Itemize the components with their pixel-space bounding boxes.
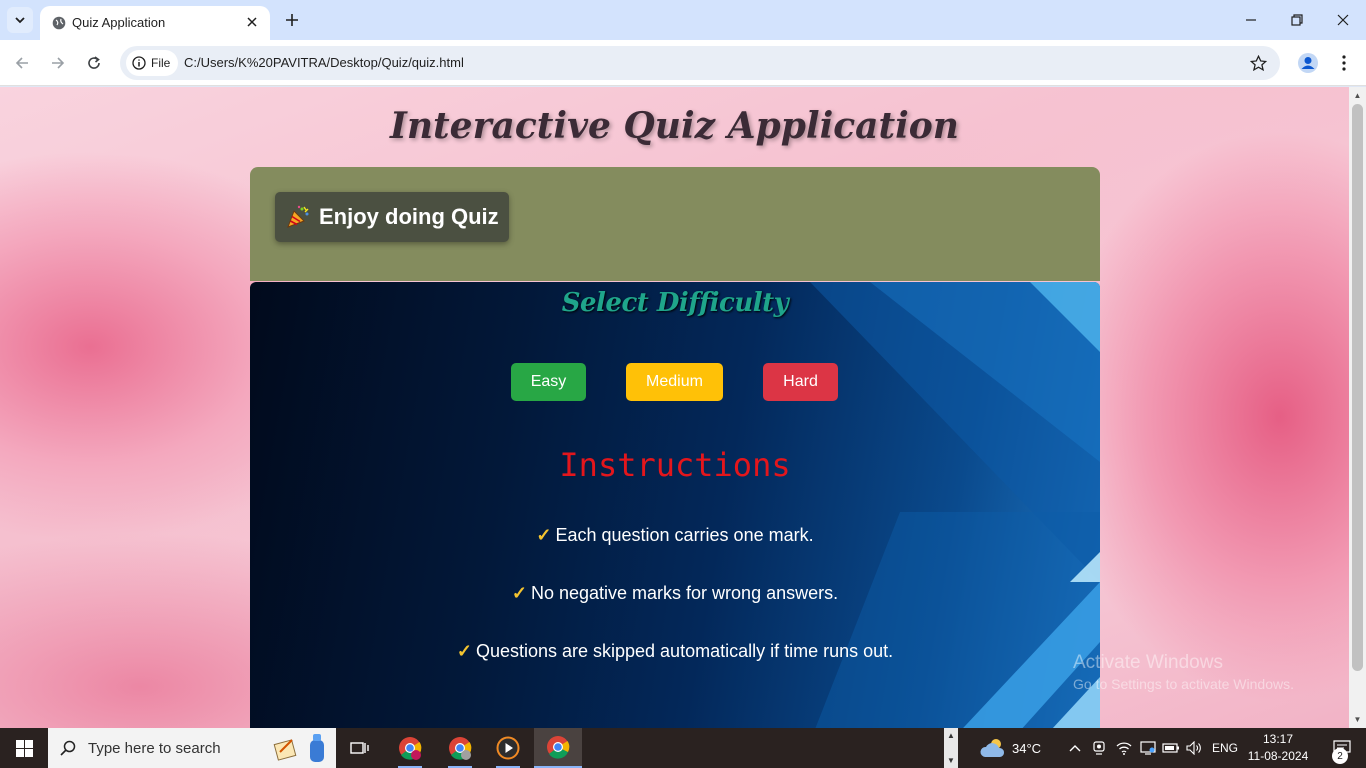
scroll-thumb[interactable] — [1352, 104, 1363, 671]
taskbar-search[interactable]: Type here to search — [48, 728, 336, 768]
taskbar: Type here to search ▲ ▼ 34°C ENG 13:17 1… — [0, 728, 1366, 768]
windows-icon — [15, 739, 33, 757]
volume-tray-icon[interactable] — [1182, 728, 1206, 768]
forward-button[interactable] — [44, 49, 72, 77]
plus-icon — [286, 14, 298, 26]
taskbar-scroll[interactable]: ▲ ▼ — [944, 728, 958, 768]
minimize-icon — [1246, 19, 1256, 21]
scroll-up-arrow[interactable]: ▲ — [1349, 87, 1366, 104]
check-icon: ✓ — [456, 641, 472, 661]
profile-icon — [1298, 53, 1318, 73]
display-icon — [1140, 741, 1156, 755]
weather-icon — [980, 739, 1005, 757]
medium-button[interactable]: Medium — [626, 363, 723, 401]
start-button[interactable] — [0, 728, 48, 768]
instruction-text: Each question carries one mark. — [555, 525, 814, 545]
activate-windows-title: Activate Windows — [1073, 652, 1223, 673]
tab-title: Quiz Application — [72, 15, 166, 30]
browser-menu-button[interactable] — [1332, 49, 1356, 77]
url-text[interactable]: C:/Users/K%20PAVITRA/Desktop/Quiz/quiz.h… — [184, 55, 464, 70]
address-bar[interactable]: File C:/Users/K%20PAVITRA/Desktop/Quiz/q… — [120, 46, 1280, 80]
battery-icon — [1162, 743, 1179, 753]
restore-icon — [1291, 14, 1303, 26]
instructions-title: Instructions — [559, 446, 791, 484]
instruction-text: Questions are skipped automatically if t… — [475, 641, 894, 661]
scroll-down-arrow[interactable]: ▼ — [1349, 711, 1366, 728]
chevron-down-icon — [15, 17, 25, 24]
enjoy-quiz-label: Enjoy doing Quiz — [319, 204, 499, 229]
quiz-banner: Enjoy doing Quiz — [250, 167, 1100, 281]
check-icon: ✓ — [511, 583, 527, 603]
back-button[interactable] — [8, 49, 36, 77]
volume-icon — [1186, 741, 1201, 755]
chrome-icon — [547, 736, 570, 759]
taskbar-chrome-app[interactable] — [436, 728, 484, 768]
reload-icon — [88, 56, 100, 69]
profile-button[interactable] — [1294, 49, 1322, 77]
hard-button[interactable]: Hard — [763, 363, 838, 401]
search-highlight-illustration — [273, 734, 324, 762]
instruction-text: No negative marks for wrong answers. — [530, 583, 839, 603]
notification-count-badge: 2 — [1332, 748, 1348, 764]
system-clock[interactable]: 13:17 11-08-2024 — [1246, 731, 1310, 765]
webcam-icon — [1093, 741, 1105, 755]
page-title: Interactive Quiz Application — [390, 105, 959, 147]
site-chip-label: File — [151, 56, 171, 70]
star-icon — [1249, 54, 1267, 71]
taskbar-media-player[interactable] — [484, 728, 532, 768]
taskbar-chrome-profile-app[interactable] — [386, 728, 434, 768]
restore-button[interactable] — [1274, 0, 1320, 40]
enjoy-quiz-button[interactable]: Enjoy doing Quiz — [275, 192, 509, 242]
activate-windows-subtitle: Go to Settings to activate Windows. — [1073, 676, 1294, 692]
easy-button[interactable]: Easy — [511, 363, 586, 401]
chevron-up-icon — [1069, 745, 1081, 752]
page-viewport: Interactive Quiz Application Enjoy doing… — [0, 87, 1349, 728]
close-tab-button[interactable] — [242, 12, 262, 32]
show-hidden-icons-button[interactable] — [1063, 728, 1087, 768]
wifi-icon — [1116, 742, 1132, 755]
language-indicator[interactable]: ENG — [1212, 728, 1238, 768]
instruction-item: ✓ Each question carries one mark. — [250, 525, 1100, 546]
clock-time: 13:17 — [1262, 732, 1294, 746]
temperature: 34°C — [1012, 740, 1042, 756]
chrome-icon — [449, 737, 472, 760]
back-icon — [15, 57, 28, 69]
site-info-chip[interactable]: File — [126, 50, 179, 76]
new-tab-button[interactable] — [280, 8, 304, 32]
info-icon — [132, 56, 146, 70]
wifi-tray-icon[interactable] — [1112, 728, 1136, 768]
browser-tab[interactable]: Quiz Application — [40, 6, 270, 40]
clock-date: 11-08-2024 — [1247, 749, 1309, 763]
instruction-item: ✓ No negative marks for wrong answers. — [250, 583, 1100, 604]
display-tray-icon[interactable] — [1136, 728, 1160, 768]
menu-icon — [1342, 55, 1346, 71]
tab-list-button[interactable] — [7, 7, 33, 33]
weather-widget[interactable]: 34°C — [980, 728, 1041, 768]
minimize-button[interactable] — [1228, 0, 1274, 40]
browser-toolbar: File C:/Users/K%20PAVITRA/Desktop/Quiz/q… — [0, 40, 1366, 86]
close-window-button[interactable] — [1320, 0, 1366, 40]
check-icon: ✓ — [536, 525, 552, 545]
task-view-icon — [350, 742, 369, 754]
globe-icon — [52, 16, 66, 30]
difficulty-panel: Select Difficulty Easy Medium Hard Instr… — [250, 282, 1100, 728]
close-icon — [247, 17, 257, 27]
vertical-scrollbar[interactable]: ▲ ▼ — [1349, 87, 1366, 728]
task-view-button[interactable] — [336, 728, 384, 768]
chrome-icon — [399, 737, 422, 760]
bookmark-button[interactable] — [1248, 53, 1268, 73]
webcam-tray-icon[interactable] — [1087, 728, 1111, 768]
tab-strip: Quiz Application — [0, 0, 1366, 40]
taskbar-chrome-active[interactable] — [534, 728, 582, 768]
forward-icon — [52, 57, 65, 69]
battery-tray-icon[interactable] — [1159, 728, 1183, 768]
media-player-icon — [496, 736, 520, 760]
search-icon — [60, 740, 76, 756]
instruction-item: ✓ Questions are skipped automatically if … — [250, 641, 1100, 662]
search-placeholder: Type here to search — [88, 739, 221, 757]
close-icon — [1337, 14, 1349, 26]
select-difficulty-title: Select Difficulty — [561, 288, 789, 318]
reload-button[interactable] — [80, 49, 108, 77]
party-popper-icon — [287, 205, 309, 228]
